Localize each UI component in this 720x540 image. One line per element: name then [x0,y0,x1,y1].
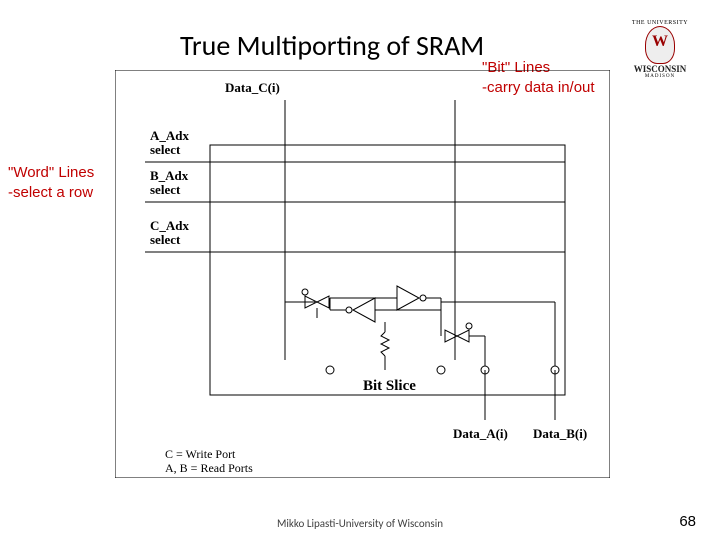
logo-bottom-text: WISCONSIN [634,64,687,74]
label-bit-slice: Bit Slice [363,378,416,394]
label-a-adx2: select [150,142,181,157]
label-a-adx1: A_Adx [150,128,190,143]
uw-crest-icon [645,26,675,64]
label-c-adx2: select [150,232,181,247]
slide-title: True Multiporting of SRAM [180,28,484,63]
logo-sub-text: MADISON [645,74,675,79]
word-lines-l1: "Word" Lines [8,163,94,183]
label-data-a: Data_A(i) [453,426,508,441]
sram-diagram: Data_C(i) A_Adx select B_Adx select C_Ad… [115,70,610,478]
label-c-adx1: C_Adx [150,218,190,233]
cross-coupled-inverters [330,286,441,322]
pass-gate-left [285,289,330,318]
label-b-adx2: select [150,182,181,197]
pass-gate-right [441,302,485,342]
resistor-icon [381,322,389,370]
word-lines-annotation: "Word" Lines -select a row [8,163,94,202]
legend-ab: A, B = Read Ports [165,461,253,475]
label-data-c: Data_C(i) [225,80,280,95]
uw-logo: THE UNIVERSITY WISCONSIN MADISON [620,20,700,80]
word-lines-l2: -select a row [8,183,94,203]
legend-c: C = Write Port [165,447,236,461]
label-data-b: Data_B(i) [533,426,587,441]
page-number: 68 [679,513,696,530]
label-b-adx1: B_Adx [150,168,189,183]
footer-attribution: Mikko Lipasti-University of Wisconsin [0,517,720,530]
